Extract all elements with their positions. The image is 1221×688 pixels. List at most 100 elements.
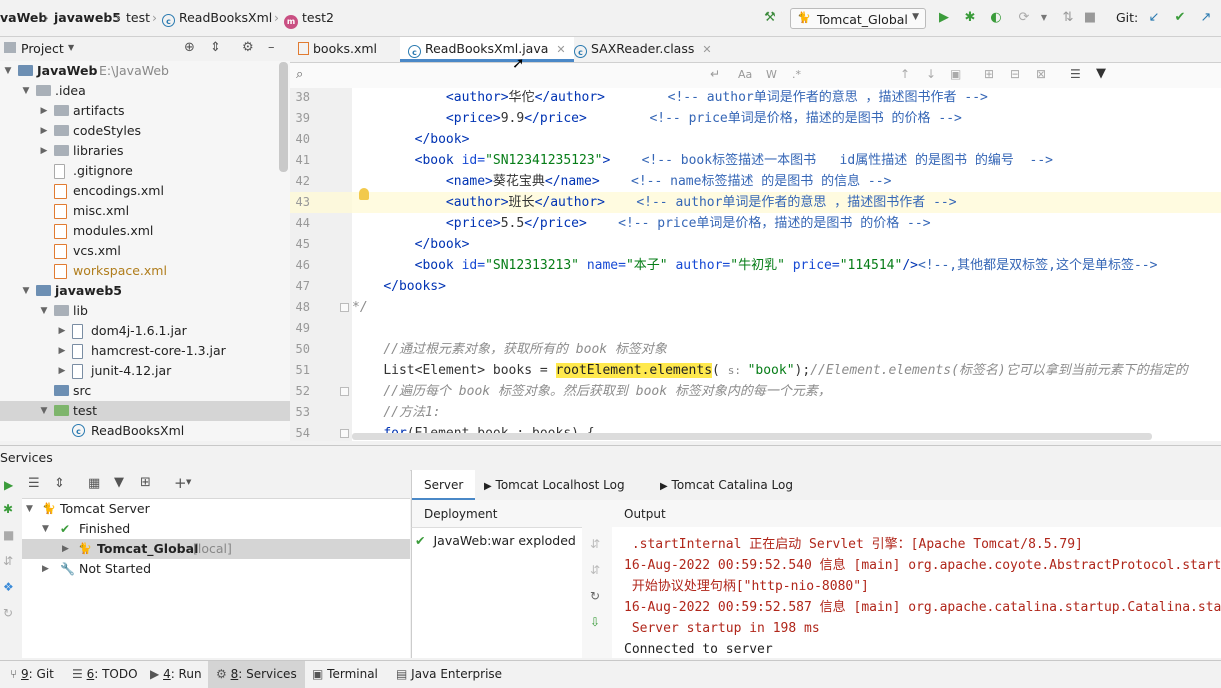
locate-icon[interactable]: ⊕ (184, 40, 195, 55)
git-update-icon[interactable]: ↙ (1146, 10, 1162, 26)
code-line[interactable]: <price>9.9</price> <!-- price单词是价格，描述的是图… (352, 108, 1221, 129)
project-tree-item[interactable]: c ReadBooksXml (0, 421, 290, 441)
update-icon[interactable]: ⇅ (1060, 10, 1076, 26)
filter-icon[interactable]: ▼ (114, 475, 124, 490)
code-line[interactable]: <price>5.5</price> <!-- price单词是价格，描述的是图… (352, 213, 1221, 234)
project-tree-item[interactable]: ▶ artifacts (0, 101, 290, 121)
chevron-right-icon[interactable]: ▶ (38, 121, 50, 141)
match-case-icon[interactable]: Aa (738, 68, 752, 81)
code-line[interactable]: //遍历每个 book 标签对象。然后获取到 book 标签对象内的每一个元素， (352, 381, 1221, 402)
fold-marker-icon[interactable] (340, 303, 349, 312)
tool-window-java-enterprise[interactable]: ▤ Java Enterprise (388, 661, 510, 688)
debug-icon[interactable]: ✱ (3, 502, 13, 516)
project-tree-item[interactable]: src (0, 381, 290, 401)
project-tree-item[interactable]: ▼ .idea (0, 81, 290, 101)
code-line[interactable] (352, 318, 1221, 339)
filter-list-icon[interactable]: ☰ (1070, 67, 1081, 81)
chevron-down-icon[interactable]: ▼ (38, 401, 50, 421)
code-line[interactable]: //方法1: (352, 402, 1221, 423)
service-tomcat-server[interactable]: ▼ 🐈 Tomcat Server (22, 499, 410, 519)
project-tree-item[interactable]: ▶ junit-4.12.jar (0, 361, 290, 381)
project-tree-item[interactable]: modules.xml (0, 221, 290, 241)
breadcrumb-project[interactable]: vaWeb (0, 10, 47, 25)
stop-icon[interactable]: ■ (1082, 10, 1098, 26)
project-tree-item[interactable]: ▶ libraries (0, 141, 290, 161)
tool-window-terminal[interactable]: ▣ Terminal (304, 661, 386, 688)
filter-icon[interactable]: ▼ (1096, 66, 1106, 81)
profile-icon[interactable]: ⟳ (1016, 10, 1032, 26)
tool-window-todo[interactable]: ☰ 6: TODO (64, 661, 146, 688)
undeploy-icon[interactable]: ⇵ (590, 563, 600, 577)
gear-icon[interactable]: ⚙ (242, 40, 254, 55)
project-tree-item[interactable]: .gitignore (0, 161, 290, 181)
tool-window-run[interactable]: ▶ 4: Run (142, 661, 210, 688)
service-tomcat-global[interactable]: ▶ 🐈 Tomcat_Global [local] (22, 539, 410, 559)
close-icon[interactable]: ✕ (702, 43, 711, 56)
chevron-right-icon[interactable]: ▶ (56, 341, 68, 361)
run-icon[interactable]: ▶ (936, 10, 952, 26)
chevron-down-icon[interactable]: ▼ (20, 81, 32, 101)
project-tree-item[interactable]: ▶ hamcrest-core-1.3.jar (0, 341, 290, 361)
fold-marker-icon[interactable] (340, 429, 349, 438)
deployment-item[interactable]: ✔ JavaWeb:war exploded (412, 531, 582, 551)
debug-icon[interactable]: ✱ (962, 10, 978, 26)
output-console[interactable]: .startInternal 正在启动 Servlet 引擎：[Apache T… (612, 527, 1221, 658)
code-line[interactable]: </book> (352, 129, 1221, 150)
group-by-icon[interactable]: ▦ (88, 476, 100, 491)
tool-window-services[interactable]: ⚙ 8: Services (208, 661, 305, 688)
expand-all-icon[interactable]: ☰ (28, 476, 40, 491)
deploy-icon[interactable]: ⇵ (590, 537, 600, 551)
collapse-all-icon[interactable]: ⇕ (210, 40, 221, 55)
chevron-right-icon[interactable]: ▶ (56, 321, 68, 341)
stop-icon[interactable]: ■ (3, 528, 14, 542)
editor-horizontal-scrollbar[interactable] (352, 433, 1152, 440)
refresh-icon[interactable]: ↻ (590, 589, 600, 603)
collapse-all-icon[interactable]: ⇕ (54, 476, 65, 491)
project-tree-scrollbar[interactable] (279, 62, 288, 172)
run-configuration-select[interactable]: 🐈 Tomcat_Global ▼ (790, 8, 926, 29)
project-tree-item[interactable]: encodings.xml (0, 181, 290, 201)
tool-window-git[interactable]: ⑂ 9: Git (2, 661, 62, 688)
tab-readbooksxml-java[interactable]: c ReadBooksXml.java ✕ (400, 37, 574, 62)
whole-words-icon[interactable]: W (766, 68, 777, 81)
service-group-not-started[interactable]: ▶ 🔧 Not Started (22, 559, 410, 579)
select-all-occurrences-icon[interactable]: ▣ (950, 67, 961, 81)
fold-marker-icon[interactable] (340, 387, 349, 396)
select-all-icon[interactable]: ⊠ (1036, 67, 1046, 81)
code-editor[interactable]: <author>华佗</author> <!-- author单词是作者的意思 … (352, 88, 1221, 441)
code-line[interactable]: <author>华佗</author> <!-- author单词是作者的意思 … (352, 88, 1221, 108)
project-tree-item[interactable]: ▼ javaweb5 (0, 281, 290, 301)
close-icon[interactable]: ✕ (556, 43, 565, 56)
coverage-icon[interactable]: ◐ (988, 10, 1004, 26)
tab-tomcat-localhost-log[interactable]: ▶ Tomcat Localhost Log (472, 470, 637, 500)
chevron-right-icon[interactable]: ▶ (38, 141, 50, 161)
code-line[interactable]: <book id="SN12313213" name="本子" author="… (352, 255, 1221, 276)
chevron-right-icon[interactable]: ▶ (38, 101, 50, 121)
hide-icon[interactable]: – (268, 40, 275, 55)
add-selection-icon[interactable]: ⊞ (984, 67, 994, 81)
chevron-down-icon[interactable]: ▼ (38, 301, 50, 321)
chevron-down-icon[interactable]: ▼ (20, 281, 32, 301)
lightbulb-icon[interactable] (359, 188, 369, 200)
project-tree-item[interactable]: workspace.xml (0, 261, 290, 281)
breadcrumb-method[interactable]: m test2 (284, 10, 334, 29)
project-tree-item[interactable]: ▼ test (0, 401, 290, 421)
project-panel-title[interactable]: Project (21, 41, 64, 56)
regex-icon[interactable]: .* (792, 68, 801, 81)
newline-icon[interactable]: ↵ (710, 67, 720, 81)
search-icon[interactable]: ⌕ (296, 67, 303, 82)
tab-server[interactable]: Server (412, 470, 476, 500)
new-tab-icon[interactable]: ⊞ (140, 475, 151, 490)
refresh-icon[interactable]: ↻ (3, 606, 13, 620)
service-group-finished[interactable]: ▼ ✔ Finished (22, 519, 410, 539)
code-line[interactable]: */ (352, 297, 1221, 318)
code-line[interactable]: <name>葵花宝典</name> <!-- name标签描述 的是图书 的信息… (352, 171, 1221, 192)
deploy-icon[interactable]: ⇵ (3, 554, 13, 568)
code-line[interactable]: List<Element> books = rootElement.elemen… (352, 360, 1221, 381)
download-icon[interactable]: ⇩ (590, 615, 600, 629)
project-tree-item[interactable]: ▼ JavaWeb E:\JavaWeb (0, 61, 290, 81)
build-hammer-icon[interactable]: ⚒ (762, 10, 778, 26)
code-line[interactable]: </books> (352, 276, 1221, 297)
tab-tomcat-catalina-log[interactable]: ▶ Tomcat Catalina Log (648, 470, 805, 500)
remove-selection-icon[interactable]: ⊟ (1010, 67, 1020, 81)
